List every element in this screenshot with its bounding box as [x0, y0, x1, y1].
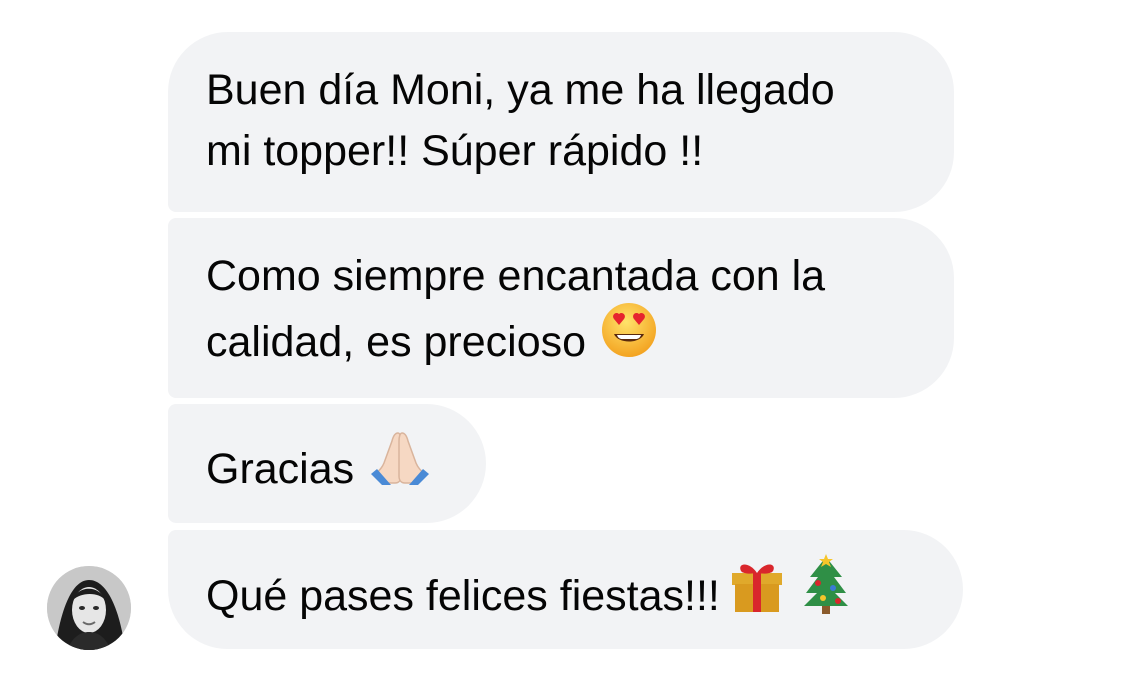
message-text: Buen día Moni, ya me ha llegado mi toppe… — [206, 66, 835, 175]
folded-hands-icon — [368, 427, 432, 504]
message-text: Gracias — [206, 444, 355, 493]
message-bubble[interactable]: Buen día Moni, ya me ha llegado mi toppe… — [168, 32, 954, 212]
gift-icon — [726, 553, 788, 632]
message-bubble[interactable]: Qué pases felices fiestas!!! — [168, 530, 963, 649]
message-bubble[interactable]: Como siempre encantada con la calidad, e… — [168, 218, 954, 398]
message-text: Como siempre encantada con la calidad, e… — [206, 252, 826, 366]
christmas-tree-icon — [800, 553, 852, 632]
profile-photo — [47, 566, 131, 650]
avatar[interactable] — [47, 566, 131, 650]
heart-eyes-face-icon — [600, 301, 658, 376]
message-thread: Buen día Moni, ya me ha llegado mi toppe… — [0, 0, 1125, 683]
message-bubble[interactable]: Gracias — [168, 404, 486, 523]
message-text: Qué pases felices fiestas!!! — [206, 571, 720, 620]
